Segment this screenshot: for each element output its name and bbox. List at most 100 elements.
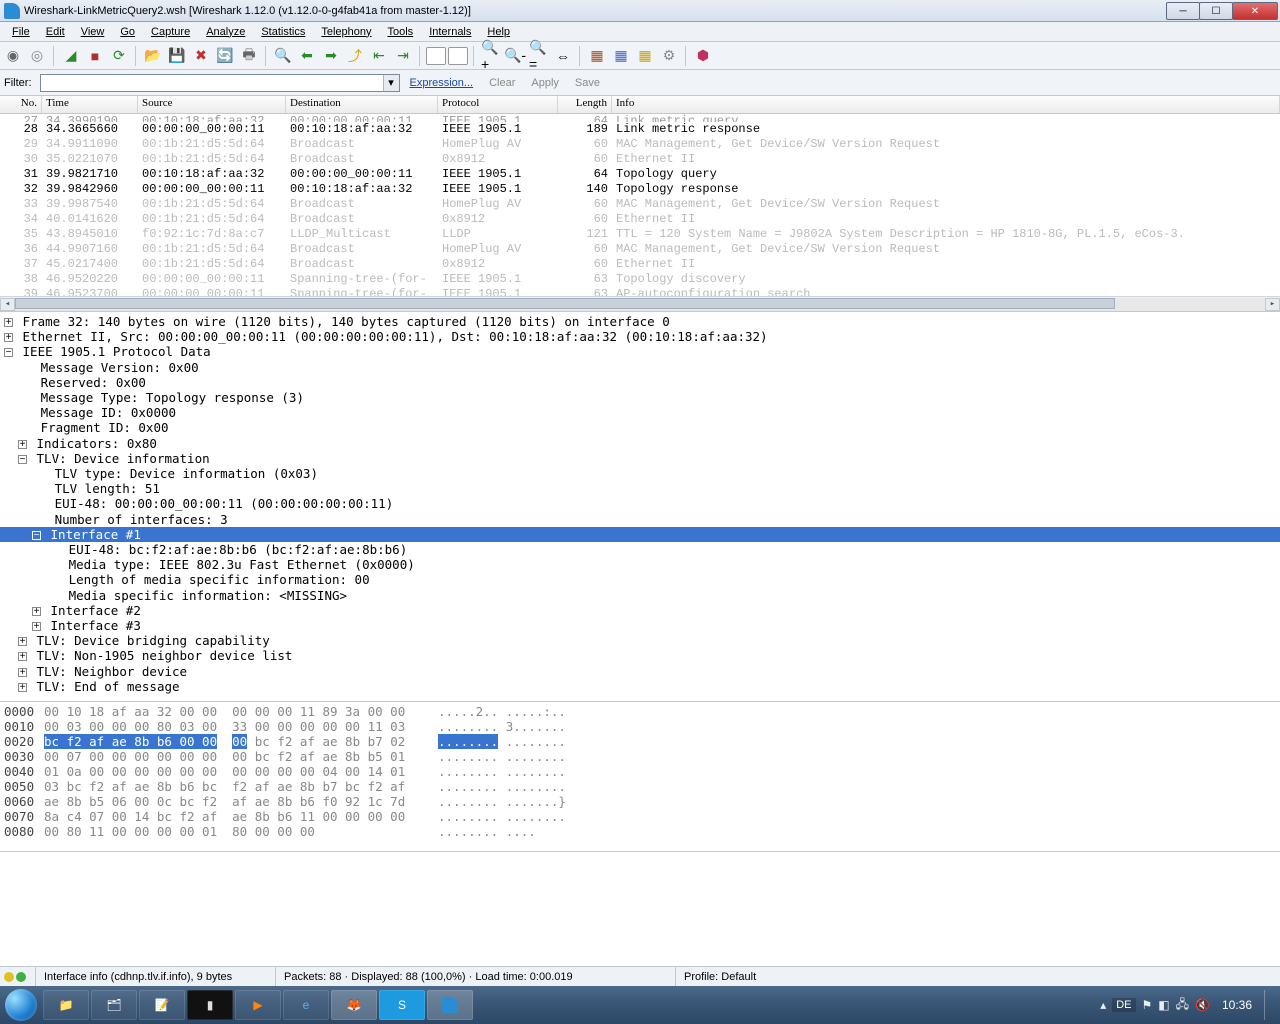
close-file-icon[interactable]: ✖	[190, 45, 212, 67]
task-media[interactable]: ▶	[235, 990, 281, 1020]
packet-row[interactable]: 2734.399019000:10:18:af:aa:3200:00:00_00…	[0, 114, 1280, 122]
packet-row[interactable]: 3846.952022000:00:00_00:00:11Spanning-tr…	[0, 272, 1280, 287]
status-expert[interactable]	[0, 967, 36, 986]
packet-row[interactable]: 3440.014162000:1b:21:d5:5d:64Broadcast0x…	[0, 212, 1280, 227]
tree-node[interactable]: TLV length: 51	[0, 481, 1280, 496]
tree-node[interactable]: EUI-48: 00:00:00_00:00:11 (00:00:00:00:0…	[0, 496, 1280, 511]
restart-capture-icon[interactable]: ⟳	[108, 45, 130, 67]
menu-file[interactable]: File	[4, 24, 38, 40]
stop-capture-icon[interactable]: ■	[84, 45, 106, 67]
hex-row[interactable]: 001000 03 00 00 00 80 03 00 33 00 00 00 …	[4, 719, 1276, 734]
hex-row[interactable]: 00708a c4 07 00 14 bc f2 af ae 8b b6 11 …	[4, 809, 1276, 824]
menu-statistics[interactable]: Statistics	[253, 24, 313, 40]
scroll-thumb[interactable]	[15, 298, 1115, 309]
tree-node[interactable]: + TLV: End of message	[0, 679, 1280, 694]
auto-scroll-icon[interactable]	[448, 47, 468, 65]
hex-row[interactable]: 0060ae 8b b5 06 00 0c bc f2 af ae 8b b6 …	[4, 794, 1276, 809]
tree-node[interactable]: + Interface #3	[0, 618, 1280, 633]
tree-node[interactable]: + Indicators: 0x80	[0, 436, 1280, 451]
tray-app-icon[interactable]: ◧	[1158, 998, 1169, 1012]
tree-node[interactable]: Number of interfaces: 3	[0, 512, 1280, 527]
filter-apply-button[interactable]: Apply	[525, 77, 565, 89]
toggle-icon[interactable]: +	[32, 607, 41, 616]
packet-row[interactable]: 3139.982171000:10:18:af:aa:3200:00:00_00…	[0, 167, 1280, 182]
col-info[interactable]: Info	[612, 96, 1280, 113]
colorize-icon[interactable]	[426, 47, 446, 65]
menu-analyze[interactable]: Analyze	[198, 24, 253, 40]
packet-list-pane[interactable]: No. Time Source Destination Protocol Len…	[0, 96, 1280, 312]
tree-node[interactable]: − IEEE 1905.1 Protocol Data	[0, 344, 1280, 359]
packet-row[interactable]: 3239.984296000:00:00_00:00:1100:10:18:af…	[0, 182, 1280, 197]
show-desktop-button[interactable]	[1264, 990, 1272, 1020]
packet-row[interactable]: 3745.021740000:1b:21:d5:5d:64Broadcast0x…	[0, 257, 1280, 272]
task-libraries[interactable]: 🗂	[91, 990, 137, 1020]
tree-node[interactable]: Reserved: 0x00	[0, 375, 1280, 390]
packet-row[interactable]: 3339.998754000:1b:21:d5:5d:64BroadcastHo…	[0, 197, 1280, 212]
start-button[interactable]	[0, 986, 42, 1024]
zoom-reset-icon[interactable]: 🔍=	[528, 45, 550, 67]
tree-node[interactable]: Message ID: 0x0000	[0, 405, 1280, 420]
tree-node[interactable]: − Interface #1	[0, 527, 1280, 542]
tree-node[interactable]: + Ethernet II, Src: 00:00:00_00:00:11 (0…	[0, 329, 1280, 344]
task-cmd[interactable]: ▮	[187, 990, 233, 1020]
filter-clear-button[interactable]: Clear	[483, 77, 521, 89]
task-ie[interactable]: e	[283, 990, 329, 1020]
hex-row[interactable]: 003000 07 00 00 00 00 00 00 00 bc f2 af …	[4, 749, 1276, 764]
packet-list-header[interactable]: No. Time Source Destination Protocol Len…	[0, 96, 1280, 114]
go-last-icon[interactable]: ⇥	[392, 45, 414, 67]
close-button[interactable]: ✕	[1232, 2, 1278, 20]
menu-edit[interactable]: Edit	[38, 24, 73, 40]
coloring-rules-icon[interactable]: ▦	[634, 45, 656, 67]
tree-node[interactable]: Fragment ID: 0x00	[0, 420, 1280, 435]
go-first-icon[interactable]: ⇤	[368, 45, 390, 67]
col-source[interactable]: Source	[138, 96, 286, 113]
menu-view[interactable]: View	[73, 24, 113, 40]
hex-row[interactable]: 0020bc f2 af ae 8b b6 00 00 00 bc f2 af …	[4, 734, 1276, 749]
tree-node[interactable]: Length of media specific information: 00	[0, 572, 1280, 587]
reload-icon[interactable]: 🔄	[214, 45, 236, 67]
maximize-button[interactable]: ☐	[1199, 2, 1233, 20]
toggle-icon[interactable]: +	[18, 683, 27, 692]
tray-volume-icon[interactable]: 🔇	[1195, 998, 1210, 1012]
system-tray[interactable]: ▴ DE ⚑ ◧ 🖧 🔇 10:36	[1092, 990, 1280, 1020]
tree-node[interactable]: Message Version: 0x00	[0, 360, 1280, 375]
task-explorer[interactable]: 📁	[43, 990, 89, 1020]
packet-row[interactable]: 3644.990716000:1b:21:d5:5d:64BroadcastHo…	[0, 242, 1280, 257]
zoom-in-icon[interactable]: 🔍+	[480, 45, 502, 67]
zoom-out-icon[interactable]: 🔍-	[504, 45, 526, 67]
tree-node[interactable]: TLV type: Device information (0x03)	[0, 466, 1280, 481]
col-length[interactable]: Length	[558, 96, 612, 113]
tree-node[interactable]: + TLV: Non-1905 neighbor device list	[0, 648, 1280, 663]
help-icon[interactable]: ⬢	[692, 45, 714, 67]
tray-up-icon[interactable]: ▴	[1100, 998, 1106, 1012]
tray-clock[interactable]: 10:36	[1222, 998, 1252, 1012]
col-no[interactable]: No.	[0, 96, 42, 113]
toggle-icon[interactable]: +	[4, 333, 13, 342]
go-back-icon[interactable]: ⬅	[296, 45, 318, 67]
filter-expression-button[interactable]: Expression...	[404, 77, 480, 89]
hex-row[interactable]: 000000 10 18 af aa 32 00 00 00 00 00 11 …	[4, 704, 1276, 719]
hex-row[interactable]: 005003 bc f2 af ae 8b b6 bc f2 af ae 8b …	[4, 779, 1276, 794]
toggle-icon[interactable]: +	[18, 637, 27, 646]
menu-go[interactable]: Go	[112, 24, 143, 40]
tree-node[interactable]: + TLV: Neighbor device	[0, 664, 1280, 679]
tree-node[interactable]: + TLV: Device bridging capability	[0, 633, 1280, 648]
packet-details-pane[interactable]: + Frame 32: 140 bytes on wire (1120 bits…	[0, 312, 1280, 702]
toggle-icon[interactable]: +	[18, 668, 27, 677]
start-capture-icon[interactable]: ◢	[60, 45, 82, 67]
tray-network-icon[interactable]: 🖧	[1176, 995, 1189, 1016]
status-profile[interactable]: Profile: Default	[676, 967, 1280, 986]
tray-lang[interactable]: DE	[1112, 998, 1135, 1012]
toggle-icon[interactable]: +	[32, 622, 41, 631]
interfaces-icon[interactable]: ◉	[2, 45, 24, 67]
capture-filters-icon[interactable]: ▦	[586, 45, 608, 67]
task-firefox[interactable]: 🦊	[331, 990, 377, 1020]
open-icon[interactable]: 📂	[142, 45, 164, 67]
scroll-left-icon[interactable]: ◂	[0, 298, 15, 311]
packet-row[interactable]: 2834.366566000:00:00_00:00:1100:10:18:af…	[0, 122, 1280, 137]
tree-node[interactable]: Media specific information: <MISSING>	[0, 588, 1280, 603]
toggle-icon[interactable]: +	[18, 440, 27, 449]
packet-row[interactable]: 2934.991109000:1b:21:d5:5d:64BroadcastHo…	[0, 137, 1280, 152]
preferences-icon[interactable]: ⚙	[658, 45, 680, 67]
tree-node[interactable]: − TLV: Device information	[0, 451, 1280, 466]
